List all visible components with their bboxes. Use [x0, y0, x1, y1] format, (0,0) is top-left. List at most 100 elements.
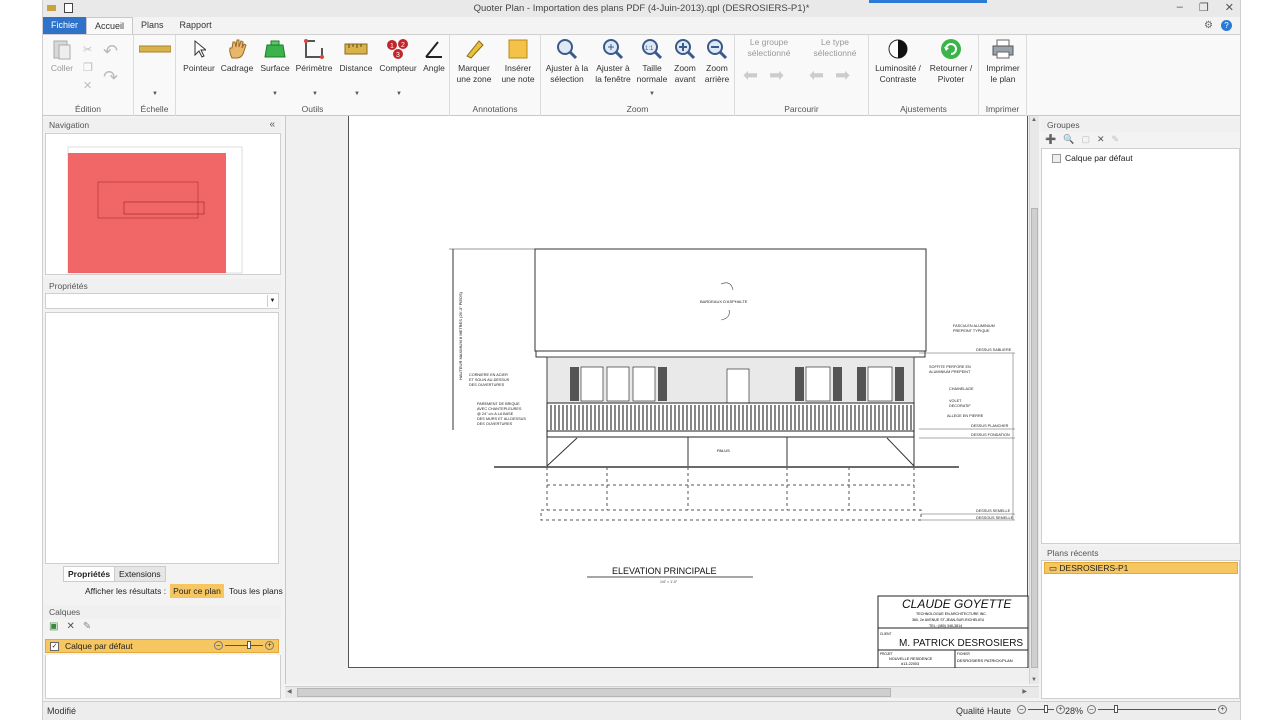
help-icon[interactable]: ? — [1221, 20, 1232, 31]
delete-icon[interactable]: ✕ — [83, 79, 92, 92]
edit-layer-icon[interactable]: ✎ — [83, 621, 91, 632]
zoom-thumb[interactable] — [1114, 705, 1118, 713]
normal-size-dropdown-icon[interactable]: ▼ — [649, 91, 655, 97]
scroll-down-icon[interactable]: ▼ — [1031, 677, 1037, 683]
undo-icon[interactable]: ↶ — [103, 41, 118, 62]
layer-row-default[interactable]: ✓ Calque par défaut – + — [45, 639, 279, 653]
svg-text:TECHNOLOGUE EN ARCHITECTURE IN: TECHNOLOGUE EN ARCHITECTURE INC. — [916, 612, 987, 616]
fit-selection-button[interactable]: Ajuster à la sélection — [543, 37, 591, 85]
scale-button[interactable] — [138, 37, 172, 63]
horizontal-scrollbar[interactable]: ◀ ▶ — [285, 686, 1039, 698]
perimeter-tool-button[interactable]: Périmètre — [294, 37, 334, 74]
redo-icon[interactable]: ↷ — [103, 67, 118, 88]
cut-icon[interactable]: ✂ — [83, 43, 92, 56]
scroll-right-icon[interactable]: ▶ — [1022, 688, 1027, 695]
horizontal-scroll-thumb[interactable] — [297, 688, 891, 697]
minimize-icon[interactable]: – — [1177, 1, 1183, 14]
tab-extensions[interactable]: Extensions — [115, 566, 166, 582]
recent-plan-item[interactable]: ▭ DESROSIERS-P1 — [1044, 562, 1238, 574]
svg-text:PREPEINT TYPIQUE: PREPEINT TYPIQUE — [953, 329, 990, 333]
viewport-rect[interactable] — [68, 153, 226, 273]
flip-rotate-button[interactable]: Retourner / Pivoter — [925, 37, 977, 85]
group-search-icon[interactable]: 🔍 — [1063, 134, 1074, 145]
normal-size-button[interactable]: 1:1 Taille normale — [635, 37, 669, 85]
application-window: Quoter Plan - Importation des plans PDF … — [42, 0, 1241, 720]
options-icon[interactable]: ⚙ — [1204, 20, 1213, 31]
drawing-canvas[interactable]: BARDEAUX D'ASPHALTE PALUS HAUTEUR MAXIMU… — [285, 116, 1039, 684]
copy-icon[interactable]: ❐ — [83, 61, 93, 74]
prev-group-arrow-icon[interactable]: ⬅ — [743, 65, 758, 86]
all-plans-toggle[interactable]: Tous les plans — [228, 584, 284, 598]
print-plan-button[interactable]: Imprimer le plan — [983, 37, 1023, 85]
surface-tool-button[interactable]: Surface — [257, 37, 293, 74]
tab-accueil[interactable]: Accueil — [86, 17, 134, 34]
group-delete-icon[interactable]: ✕ — [1097, 134, 1105, 145]
window-title: Quoter Plan - Importation des plans PDF … — [473, 3, 810, 14]
quality-label[interactable]: Qualité Haute — [956, 706, 1011, 716]
zoom-plus-icon[interactable]: + — [1218, 705, 1227, 714]
distance-tool-button[interactable]: Distance — [336, 37, 376, 74]
quality-slider[interactable]: – + — [1017, 705, 1065, 714]
layer-visibility-checkbox[interactable]: ✓ — [50, 641, 59, 651]
scroll-up-icon[interactable]: ▲ — [1031, 117, 1037, 123]
pan-tool-button[interactable]: Cadrage — [220, 37, 254, 74]
next-type-arrow-icon[interactable]: ➡ — [835, 65, 850, 86]
paste-button[interactable]: Coller — [49, 37, 75, 74]
layer-opacity-slider[interactable]: – + — [214, 641, 274, 650]
quality-plus-icon[interactable]: + — [1056, 705, 1065, 714]
quality-track[interactable] — [1028, 705, 1054, 713]
fit-window-button[interactable]: Ajuster à la fenêtre — [593, 37, 633, 85]
svg-text:NOUVELLE RESIDENCE: NOUVELLE RESIDENCE — [889, 657, 933, 661]
angle-tool-button[interactable]: Angle — [420, 37, 448, 74]
properties-select[interactable]: ▼ — [45, 293, 279, 309]
slider-track[interactable] — [225, 641, 263, 649]
svg-text:SOFFITE PERFORE EN: SOFFITE PERFORE EN — [929, 365, 971, 369]
chevron-down-icon[interactable]: ▼ — [267, 295, 277, 307]
for-plan-toggle[interactable]: Pour ce plan — [170, 584, 224, 598]
navigation-thumbnail[interactable] — [45, 133, 281, 275]
collapse-panel-icon[interactable]: « — [269, 118, 275, 132]
group-select-icon[interactable]: ▢ — [1081, 134, 1090, 145]
vertical-scrollbar[interactable]: ▲ ▼ — [1029, 116, 1039, 684]
quality-minus-icon[interactable]: – — [1017, 705, 1026, 714]
group-add-icon[interactable]: ➕ — [1045, 134, 1056, 145]
zoom-out-button[interactable]: Zoom arrière — [701, 37, 733, 85]
slider-thumb[interactable] — [247, 641, 251, 649]
tab-plans[interactable]: Plans — [133, 17, 172, 34]
perimeter-dropdown-icon[interactable]: ▼ — [312, 91, 318, 97]
zoom-in-button[interactable]: Zoom avant — [671, 37, 699, 85]
ribbon-tabs: Fichier Accueil Plans Rapport ⚙ ? — [43, 17, 1240, 34]
layers-list — [45, 655, 281, 699]
distance-dropdown-icon[interactable]: ▼ — [354, 91, 360, 97]
zoom-minus-icon[interactable]: – — [1087, 705, 1096, 714]
scroll-left-icon[interactable]: ◀ — [287, 688, 292, 695]
plus-icon[interactable]: + — [265, 641, 274, 650]
scale-dropdown-icon[interactable]: ▼ — [152, 91, 158, 97]
insert-note-button[interactable]: Insérer une note — [498, 37, 538, 85]
zoom-slider[interactable]: – + — [1087, 705, 1227, 714]
group-item-default[interactable]: Calque par défaut — [1052, 153, 1133, 163]
next-group-arrow-icon[interactable]: ➡ — [769, 65, 784, 86]
vertical-scroll-thumb[interactable] — [1031, 208, 1038, 668]
group-edit-icon[interactable]: ✎ — [1112, 134, 1120, 145]
tab-proprietes[interactable]: Propriétés — [63, 566, 116, 582]
restore-icon[interactable]: ❐ — [1199, 1, 1209, 14]
tab-rapport[interactable]: Rapport — [172, 17, 220, 34]
quality-thumb[interactable] — [1044, 705, 1048, 713]
prev-type-arrow-icon[interactable]: ⬅ — [809, 65, 824, 86]
surface-dropdown-icon[interactable]: ▼ — [272, 91, 278, 97]
mark-zone-button[interactable]: Marquer une zone — [454, 37, 494, 85]
svg-text:VOLET: VOLET — [949, 399, 962, 403]
group-edition: Coller ✂ ❐ ✕ ↶ ↷ Édition — [43, 35, 134, 116]
pointer-tool-button[interactable]: Pointeur — [182, 37, 216, 74]
zoom-track[interactable] — [1098, 705, 1216, 713]
counter-dropdown-icon[interactable]: ▼ — [396, 91, 402, 97]
close-icon[interactable]: ✕ — [1225, 1, 1234, 14]
left-notes: CORNIERE EN ACIER ET SOLIN AU-DESSUS DES… — [469, 373, 526, 426]
counter-tool-button[interactable]: 123 Compteur — [378, 37, 418, 74]
tab-fichier[interactable]: Fichier — [43, 17, 87, 34]
minus-icon[interactable]: – — [214, 641, 223, 650]
add-layer-icon[interactable]: ▣ — [49, 621, 58, 632]
brightness-contrast-button[interactable]: Luminosité / Contraste — [871, 37, 925, 85]
delete-layer-icon[interactable]: ✕ — [66, 621, 74, 632]
